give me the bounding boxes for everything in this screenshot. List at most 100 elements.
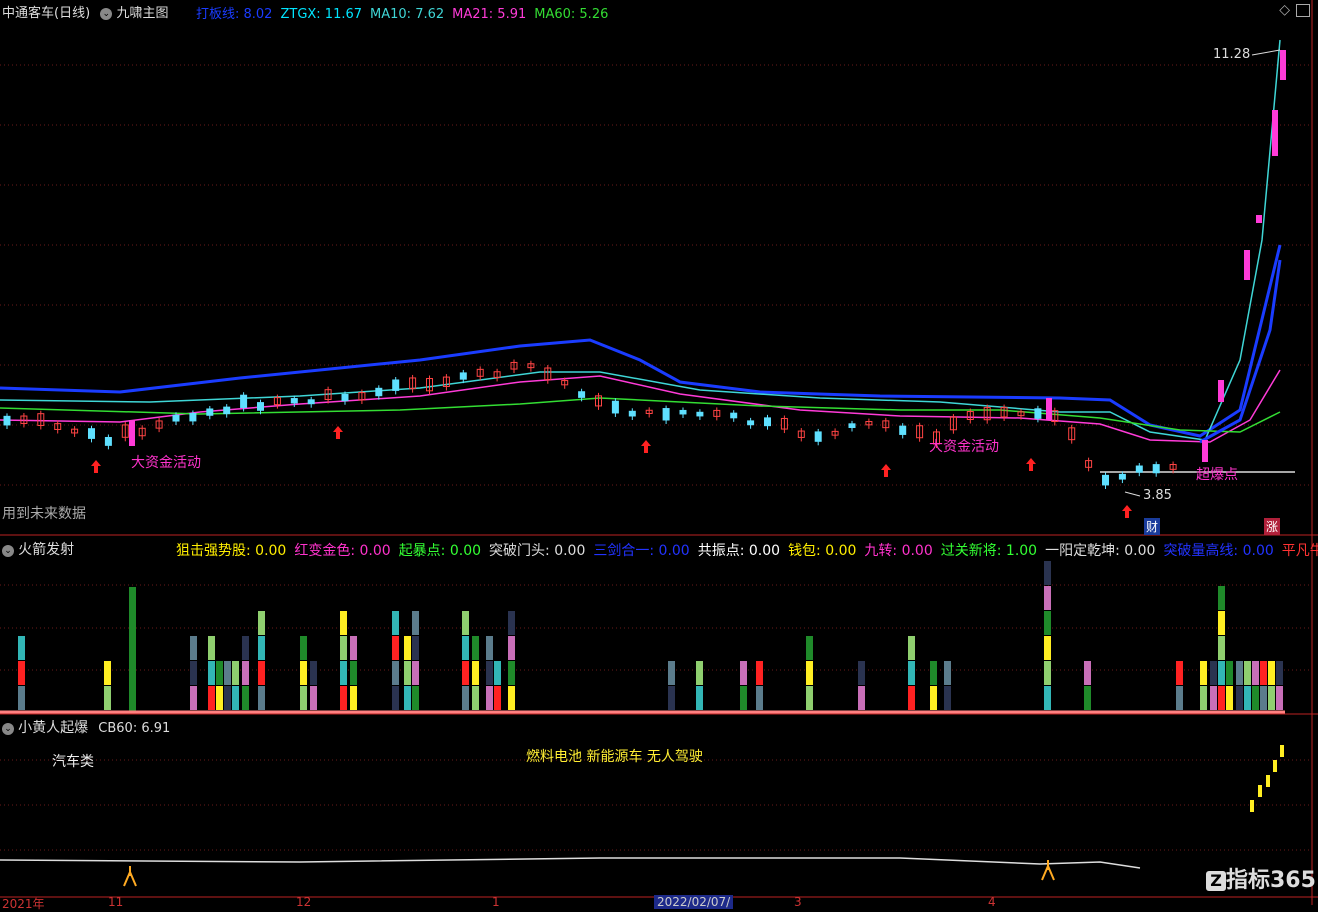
middle-indicator-name[interactable]: 火箭发射 xyxy=(18,542,74,558)
burst-bar xyxy=(1250,800,1254,812)
signal-bar xyxy=(208,661,215,685)
signal-bar xyxy=(806,661,813,685)
sector-label: 汽车类 xyxy=(52,754,94,770)
signal-bar xyxy=(1044,686,1051,710)
signal-bar xyxy=(740,686,747,710)
candle-body xyxy=(129,420,135,446)
candle-body xyxy=(189,412,197,422)
middle-panel-header: ⌄ 火箭发射 xyxy=(2,539,74,559)
signal-bar xyxy=(1244,686,1251,710)
mid-readout-1: 红变金色: 0.00 xyxy=(294,543,391,559)
candle-body xyxy=(375,387,383,397)
candle-body xyxy=(88,428,95,439)
signal-bar xyxy=(508,611,515,635)
mid-readout-6: 钱包: 0.00 xyxy=(788,543,857,559)
signal-bar xyxy=(1218,611,1225,635)
signal-bar xyxy=(1218,661,1225,685)
cb60-line xyxy=(0,857,1141,869)
stock-title: 中通客车(日线) xyxy=(2,6,91,21)
limit-up-badge[interactable]: 涨 xyxy=(1264,518,1281,535)
dabanxian-line xyxy=(0,244,1282,438)
candle-body xyxy=(679,409,687,415)
signal-bar xyxy=(1252,661,1259,685)
signal-bar xyxy=(668,661,675,685)
candle-body xyxy=(1218,380,1224,402)
signal-bar xyxy=(1210,661,1217,685)
signal-bar xyxy=(300,636,307,660)
chevron-down-icon[interactable]: ⌄ xyxy=(2,722,14,735)
window-icon[interactable] xyxy=(1296,4,1310,17)
signal-bar xyxy=(1276,686,1283,710)
signal-bar xyxy=(404,636,411,660)
mid-readout-5: 共振点: 0.00 xyxy=(697,543,781,559)
future-data-note: 用到未来数据 xyxy=(2,506,86,522)
signal-bar xyxy=(1218,686,1225,710)
buy-arrow-icon xyxy=(881,464,891,477)
signal-bar xyxy=(224,661,231,685)
signal-bar xyxy=(208,686,215,710)
candle-body xyxy=(696,411,704,417)
signal-bar xyxy=(190,661,197,685)
signal-bar xyxy=(216,686,223,710)
signal-bar xyxy=(350,661,357,685)
signal-bar xyxy=(104,661,111,685)
signal-bar xyxy=(392,636,399,660)
signal-bar xyxy=(232,661,239,685)
mid-readout-2: 起暴点: 0.00 xyxy=(398,543,482,559)
main-indicator-name[interactable]: 九啸主图 xyxy=(116,6,168,21)
x-axis-label: 2021年 xyxy=(2,897,45,911)
signal-bar xyxy=(462,636,469,660)
chevron-down-icon[interactable]: ⌄ xyxy=(100,7,113,20)
bottom-indicator-name[interactable]: 小黄人起爆 xyxy=(18,720,88,736)
candle-body xyxy=(3,415,11,426)
signal-bar xyxy=(1260,661,1267,685)
signal-bar xyxy=(696,686,703,710)
signal-bar xyxy=(224,686,231,710)
signal-bar xyxy=(1218,586,1225,610)
candle-body xyxy=(392,379,400,391)
signal-bar xyxy=(494,686,501,710)
x-axis-label: 11 xyxy=(108,895,124,909)
signal-bar xyxy=(756,686,763,710)
main-panel-header: 中通客车(日线) ⌄ 九啸主图 xyxy=(2,2,168,21)
signal-bar xyxy=(232,686,239,710)
candle-body xyxy=(104,436,112,446)
signal-bar xyxy=(1252,686,1259,710)
signal-bar xyxy=(508,686,515,710)
signal-bar xyxy=(1236,661,1243,685)
signal-bar xyxy=(1200,661,1207,685)
signal-bar xyxy=(1226,661,1233,685)
signal-bar xyxy=(104,686,111,710)
signal-bar xyxy=(740,661,747,685)
candle-body xyxy=(611,400,619,414)
candle-body xyxy=(1135,465,1143,473)
signal-bar xyxy=(392,686,399,710)
finance-badge[interactable]: 财 xyxy=(1144,518,1161,535)
signal-bar xyxy=(310,686,317,710)
brand-logo-icon: Z xyxy=(1206,871,1226,891)
candle-body xyxy=(1152,464,1160,474)
x-axis-label: 12 xyxy=(296,895,312,909)
diamond-icon[interactable]: ◇ xyxy=(1279,2,1290,18)
mid-readout-3: 突破门头: 0.00 xyxy=(489,543,586,559)
signal-bar xyxy=(242,661,249,685)
signal-bar xyxy=(486,636,493,660)
signal-bar xyxy=(696,661,703,685)
signal-bar xyxy=(208,636,215,660)
main-readout-3: MA21: 5.91 xyxy=(452,7,527,22)
chevron-down-icon[interactable]: ⌄ xyxy=(2,544,14,557)
signal-bar xyxy=(1268,661,1275,685)
mid-readout-10: 突破量高线: 0.00 xyxy=(1163,543,1274,559)
signal-bar xyxy=(1084,686,1091,710)
signal-bar xyxy=(806,686,813,710)
signal-bar xyxy=(1236,686,1243,710)
dabanxian-line-tail xyxy=(1199,259,1282,444)
candle-body xyxy=(1272,110,1278,156)
candle-body xyxy=(848,423,856,428)
candle-body xyxy=(1256,215,1262,223)
candle-body xyxy=(628,410,636,417)
signal-bar xyxy=(908,661,915,685)
signal-bar xyxy=(18,661,25,685)
middle-readouts: 狙击强势股: 0.00 红变金色: 0.00 起暴点: 0.00 突破门头: 0.00… xyxy=(176,540,1318,560)
candle-body xyxy=(1244,250,1250,280)
